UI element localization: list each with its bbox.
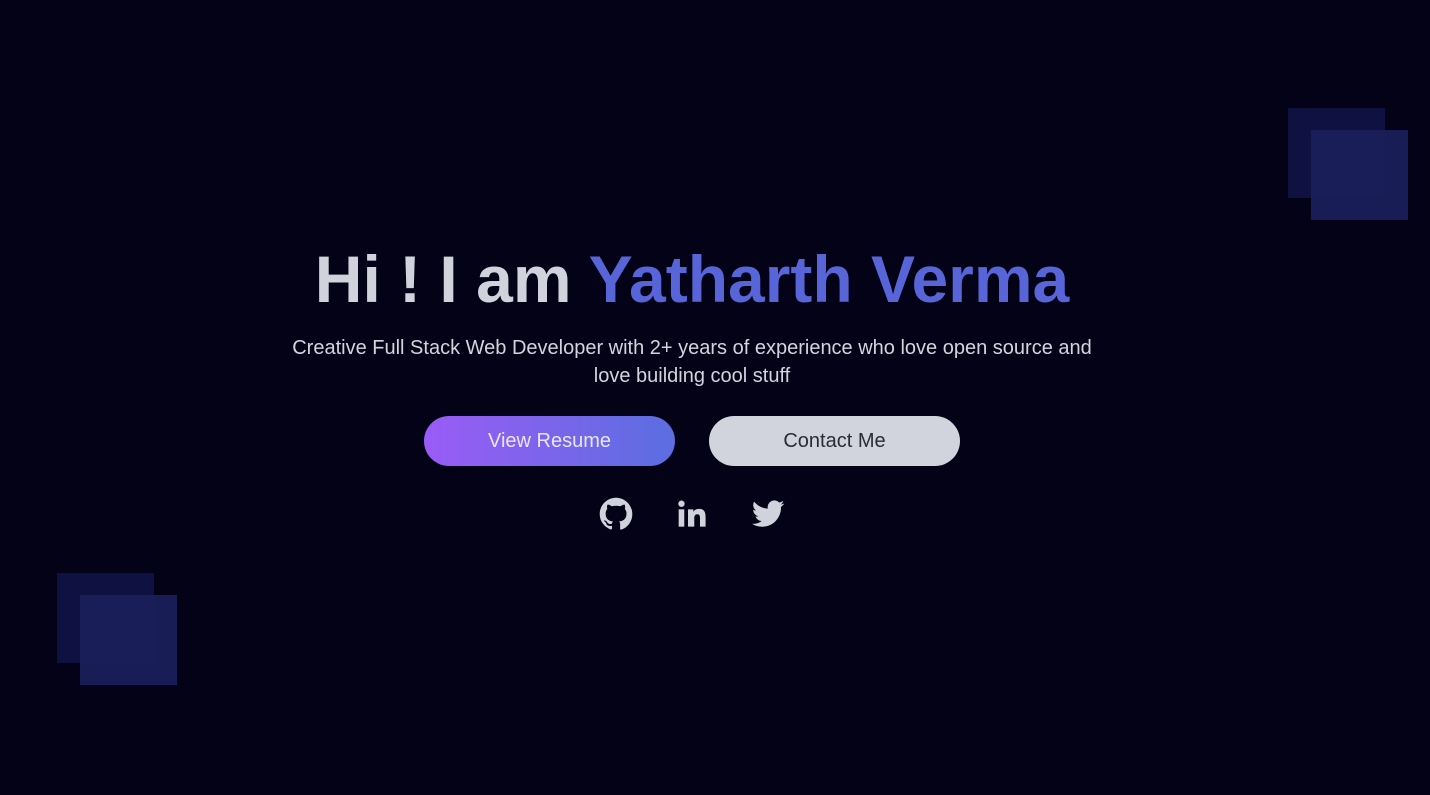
contact-me-button[interactable]: Contact Me	[709, 416, 960, 466]
hero-greeting: Hi ! I am	[314, 242, 589, 316]
twitter-icon	[751, 500, 785, 527]
hero-subtitle: Creative Full Stack Web Developer with 2…	[292, 337, 1092, 387]
decorative-squares-bottom-left	[57, 573, 177, 685]
decorative-square	[80, 595, 177, 685]
linkedin-link[interactable]	[674, 496, 710, 532]
hero-title: Hi ! I am Yatharth Verma	[315, 238, 1069, 320]
linkedin-icon	[678, 500, 706, 527]
view-resume-button[interactable]: View Resume	[424, 416, 675, 466]
decorative-squares-top-right	[1288, 108, 1408, 220]
github-icon	[599, 497, 633, 530]
social-links	[598, 496, 786, 532]
hero-section: Hi ! I am Yatharth Verma Creative Full S…	[0, 238, 1384, 532]
twitter-link[interactable]	[750, 496, 786, 532]
decorative-square	[1311, 130, 1408, 220]
hero-actions: View Resume Contact Me	[424, 416, 960, 466]
hero-name: Yatharth Verma	[588, 242, 1070, 316]
portfolio-page: Hi ! I am Yatharth Verma Creative Full S…	[0, 0, 1430, 795]
github-link[interactable]	[598, 496, 634, 532]
